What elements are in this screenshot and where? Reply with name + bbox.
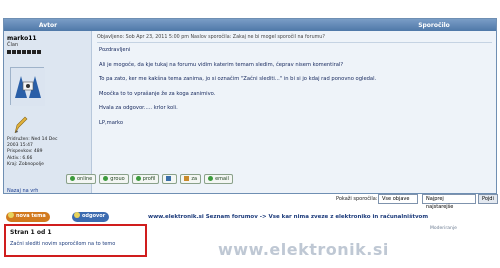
posts-range-select[interactable]: Vse objave [378,194,418,204]
post-paragraph: Moočka to to vprašanje že za koga zanimi… [99,90,216,97]
post-paragraph: To pa zato, ker me kakšna tema zanima, j… [99,76,377,82]
new-topic-icon [8,212,14,218]
avatar [10,67,45,106]
breadcrumb[interactable]: www.elektronik.si Seznam forumov -> Vse … [148,214,428,220]
new-topic-button[interactable]: nova tema [6,212,50,222]
watch-topic-link[interactable]: Začni slediti novim sporočilom na to tem… [10,241,115,247]
pencil-icon [12,115,28,135]
message-column-header: Sporočilo [418,22,450,29]
username[interactable]: marko11 [7,35,37,42]
top-strip [0,0,500,12]
posts-order-select[interactable]: Najprej najstarejše [422,194,476,210]
post-paragraph: Ali je mogoče, da kje tukaj na forumu vi… [99,61,344,68]
post-header: Objavljeno: Sob Apr 23, 2011 5:00 pm Nas… [97,33,492,43]
sort-label: Pokaži sporočila: [336,196,378,202]
email-button[interactable]: email [204,174,233,184]
post-body: Pozdravljeni Ali je mogoče, da kje tukaj… [99,47,489,134]
message-panel: Objavljeno: Sob Apr 23, 2011 5:00 pm Nas… [93,31,496,193]
rank-icon [7,49,42,56]
table-header: Avtor Sporočilo [4,19,496,31]
za-button[interactable]: za [180,174,202,184]
user-role: Član [7,42,19,48]
author-panel: marko11 Član Pridružen: Ned 14 Dec 2003 … [4,31,92,194]
reply-icon [74,212,80,218]
user-info: Pridružen: Ned 14 Dec 2003 15:47 Prispev… [7,137,58,168]
moderate-link[interactable]: Moderiranje [430,226,457,231]
pagination-highlight-box: Stran 1 od 1 Začni slediti novim sporoči… [4,224,147,257]
user-info-line: Kraj: Zobnopolje [7,161,44,167]
post-paragraph: Pozdravljeni [99,47,131,53]
watermark: www.elektronik.si [218,240,389,259]
author-column-header: Avtor [38,22,58,29]
online-button[interactable]: online [66,174,97,184]
group-button[interactable]: grouo [99,174,129,184]
post-action-buttons: online grouo profil za email [66,174,236,184]
post-table: Avtor Sporočilo marko11 Član Pridružen: … [3,18,497,194]
post-paragraph: LP,marko [99,119,124,126]
post-paragraph: Hvala za odgovor..... krlor koli. [99,105,178,111]
pm-button[interactable] [162,174,178,184]
reply-button[interactable]: odgovor [72,212,110,222]
profile-button[interactable]: profil [131,174,160,184]
page-indicator: Stran 1 od 1 [10,229,52,236]
go-button[interactable]: Pojdi [478,194,498,204]
